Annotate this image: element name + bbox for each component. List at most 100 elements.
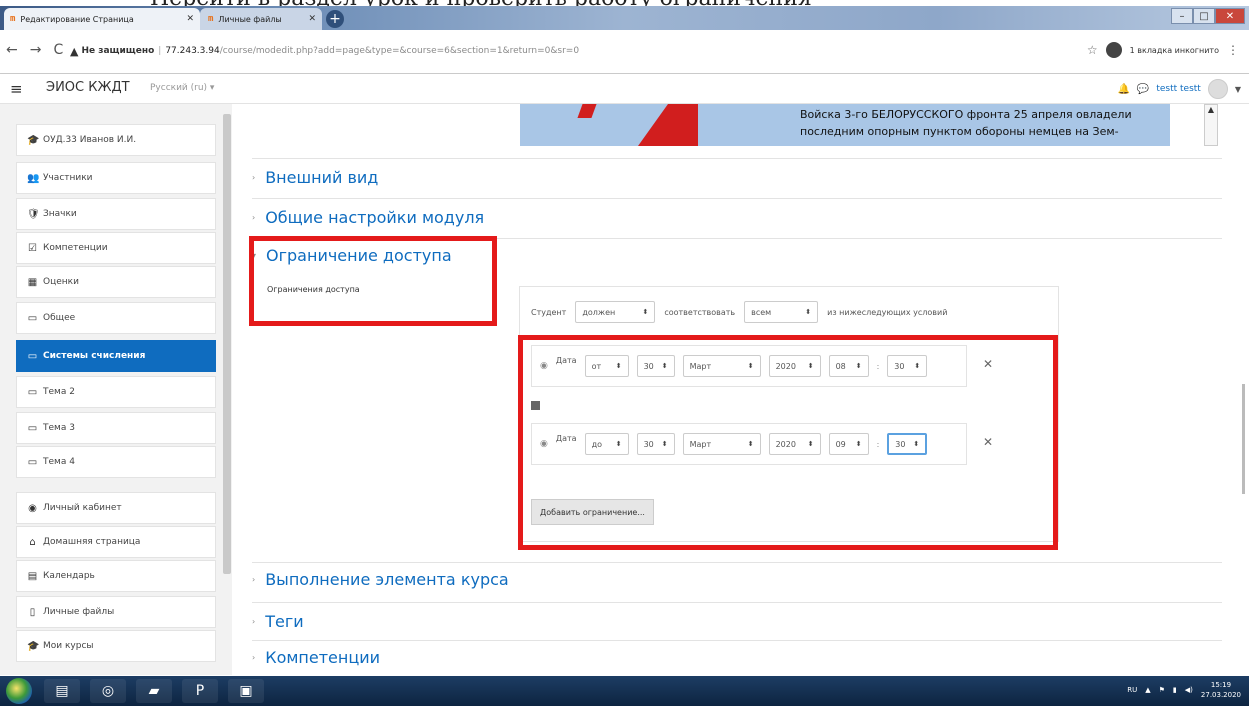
address-bar-actions: ☆ 1 вкладка инкогнито ⋮ xyxy=(1087,42,1239,58)
user-name[interactable]: testt testt xyxy=(1156,84,1201,94)
url-separator: | xyxy=(158,46,162,56)
minimize-button[interactable]: – xyxy=(1171,8,1193,24)
new-tab-button[interactable]: + xyxy=(326,10,344,28)
caret-right-icon: › xyxy=(252,617,256,626)
caret-right-icon: › xyxy=(252,173,256,182)
network-icon[interactable]: ▮ xyxy=(1173,686,1177,694)
sidebar-item[interactable]: ▭ Системы счисления xyxy=(16,340,216,372)
sidebar-item-label: Домашняя страница xyxy=(43,537,141,547)
student-label: Студент xyxy=(531,307,567,317)
back-arrow-icon[interactable]: ← xyxy=(6,42,18,58)
annotation-highlight xyxy=(249,236,497,326)
sidebar-item[interactable]: ▭ Тема 4 xyxy=(16,446,216,478)
chrome-icon[interactable]: ◎ xyxy=(90,679,126,703)
browser-tab-bar: m Редактирование Страница ✕ m Личные фай… xyxy=(0,6,1249,30)
tab-close-icon[interactable]: ✕ xyxy=(308,14,316,24)
sidebar-item-label: Тема 4 xyxy=(43,457,75,467)
sidebar-item[interactable]: ⌂ Домашняя страница xyxy=(16,526,216,558)
sidebar-item[interactable]: 🎓 ОУД.33 Иванов И.И. xyxy=(16,124,216,156)
section-divider xyxy=(252,562,1222,563)
moodle-favicon-icon: m xyxy=(10,14,16,24)
section-competencies[interactable]: › Компетенции xyxy=(252,648,380,667)
language-menu[interactable]: Русский (ru) ▾ xyxy=(150,83,214,93)
sidebar-item[interactable]: ▦ Оценки xyxy=(16,266,216,298)
sidebar-item[interactable]: ▯ Личные файлы xyxy=(16,596,216,628)
powerpoint-icon[interactable]: P xyxy=(182,679,218,703)
editor-scroll-button[interactable]: ▲ xyxy=(1204,104,1218,146)
sidebar-item-label: Календарь xyxy=(43,571,95,581)
tab-close-icon[interactable]: ✕ xyxy=(186,14,194,24)
sidebar-item[interactable]: 👥 Участники xyxy=(16,162,216,194)
must-select[interactable]: должен ⬍ xyxy=(575,301,656,323)
section-common-settings[interactable]: › Общие настройки модуля xyxy=(252,208,484,227)
site-name[interactable]: ЭИОС КЖДТ xyxy=(46,80,130,95)
sidebar-item[interactable]: ▭ Тема 2 xyxy=(16,376,216,408)
match-label: соответствовать xyxy=(664,307,736,317)
section-divider xyxy=(252,640,1222,641)
sidebar-item-label: Общее xyxy=(43,313,76,323)
section-title: Компетенции xyxy=(265,648,381,667)
folder-icon: ▭ xyxy=(27,350,38,362)
sidebar-item[interactable]: 🛡 Значки xyxy=(16,198,216,230)
sidebar-item-label: Значки xyxy=(43,209,77,219)
volume-icon[interactable]: ◀) xyxy=(1185,686,1193,694)
main-scroll-thumb[interactable] xyxy=(1242,384,1245,494)
browser-menu-icon[interactable]: ⋮ xyxy=(1227,43,1239,57)
reload-icon[interactable]: C xyxy=(53,42,63,58)
window-controls: – □ ✕ xyxy=(1171,8,1245,24)
sidebar-scrollbar[interactable] xyxy=(222,104,232,675)
section-tags[interactable]: › Теги xyxy=(252,612,304,631)
tab-label: Редактирование Страница xyxy=(20,14,134,24)
avatar[interactable] xyxy=(1207,79,1228,99)
sidebar-item-label: Тема 3 xyxy=(43,423,75,433)
nav-buttons: ← → C xyxy=(6,42,63,58)
section-divider xyxy=(252,198,1222,199)
section-appearance[interactable]: › Внешний вид xyxy=(252,168,378,187)
sidebar-item[interactable]: ☑ Компетенции xyxy=(16,232,216,264)
window-close-button[interactable]: ✕ xyxy=(1215,8,1245,24)
select-arrows-icon: ⬍ xyxy=(642,308,649,316)
incognito-icon[interactable] xyxy=(1105,42,1122,58)
image-red-shape xyxy=(577,104,597,118)
tab-personal-files[interactable]: m Личные файлы ✕ xyxy=(202,8,322,30)
section-divider xyxy=(252,158,1222,159)
clock[interactable]: 15:19 27.03.2020 xyxy=(1201,680,1241,700)
section-title: Теги xyxy=(265,612,304,631)
clock-time: 15:19 xyxy=(1210,681,1232,689)
sidebar-item[interactable]: ▭ Тема 3 xyxy=(16,412,216,444)
url-field[interactable]: ▲ Не защищено | 77.243.3.94 /course/mode… xyxy=(70,38,1090,64)
hamburger-menu-icon[interactable]: ≡ xyxy=(10,80,23,98)
all-any-select[interactable]: всем ⬍ xyxy=(744,301,819,323)
bookmark-star-icon[interactable]: ☆ xyxy=(1087,43,1098,57)
badge-icon: 🛡 xyxy=(27,208,40,220)
incognito-label[interactable]: 1 вкладка инкогнито xyxy=(1130,46,1219,55)
section-completion[interactable]: › Выполнение элемента курса xyxy=(252,570,509,589)
maximize-button[interactable]: □ xyxy=(1193,8,1215,24)
security-label: Не защищено xyxy=(81,46,155,56)
section-title: Выполнение элемента курса xyxy=(265,570,509,589)
sidebar-item[interactable]: 🎓 Мои курсы xyxy=(16,630,216,662)
forward-arrow-icon[interactable]: → xyxy=(30,42,42,58)
chat-icon[interactable]: 💬 xyxy=(1137,84,1149,95)
folder-app-icon[interactable]: ▰ xyxy=(136,679,172,703)
main-scrollbar[interactable] xyxy=(1235,104,1249,675)
sidebar-item[interactable]: ◉ Личный кабинет xyxy=(16,492,216,524)
bell-icon[interactable]: 🔔 xyxy=(1117,84,1129,95)
caret-right-icon: › xyxy=(252,213,256,222)
screen-app-icon[interactable]: ▣ xyxy=(228,679,264,703)
sidebar-item[interactable]: ▤ Календарь xyxy=(16,560,216,592)
folder-icon: ▭ xyxy=(27,422,38,434)
input-language[interactable]: RU xyxy=(1127,686,1137,694)
home-icon: ⌂ xyxy=(29,536,36,548)
sidebar-item[interactable]: ▭ Общее xyxy=(16,302,216,334)
tray-arrow-icon[interactable]: ▲ xyxy=(1145,686,1150,694)
graduation-cap-icon: 🎓 xyxy=(27,134,40,146)
tab-edit-page[interactable]: m Редактирование Страница ✕ xyxy=(4,8,200,30)
graduation-cap-icon: 🎓 xyxy=(27,640,40,652)
caret-down-icon[interactable]: ▼ xyxy=(1235,85,1241,94)
sidebar-scroll-thumb[interactable] xyxy=(223,114,231,574)
flag-icon[interactable]: ⚑ xyxy=(1159,686,1165,694)
start-button-icon[interactable] xyxy=(6,678,32,704)
file-explorer-icon[interactable]: ▤ xyxy=(44,679,80,703)
folder-icon: ▭ xyxy=(27,456,38,468)
